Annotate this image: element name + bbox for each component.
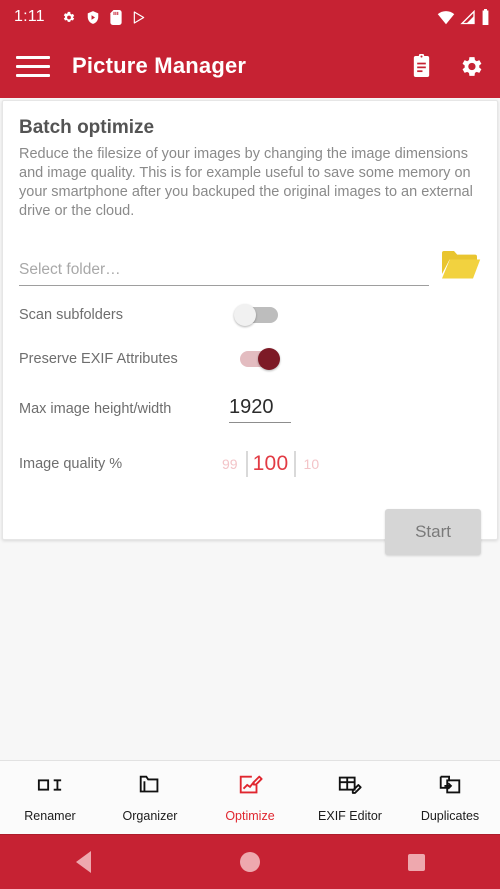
android-navigation-bar — [0, 834, 500, 889]
max-size-row: Max image height/width — [19, 395, 481, 423]
preserve-exif-row: Preserve EXIF Attributes — [19, 344, 481, 374]
nav-item-duplicates[interactable]: Duplicates — [400, 773, 500, 823]
nav-item-optimize[interactable]: Optimize — [200, 773, 300, 823]
home-circle-icon — [240, 852, 260, 872]
menu-line — [16, 55, 50, 59]
nav-label-organizer: Organizer — [122, 808, 178, 823]
app-bar-actions — [410, 53, 484, 79]
page-content: Batch optimize Reduce the filesize of yo… — [0, 100, 500, 762]
folder-icon — [137, 773, 163, 802]
image-edit-icon — [237, 773, 263, 802]
status-left-icons — [61, 9, 146, 25]
folder-input[interactable] — [19, 258, 429, 286]
nav-label-renamer: Renamer — [24, 808, 76, 823]
nav-label-exif-editor: EXIF Editor — [318, 808, 382, 823]
rename-text-cursor-icon — [37, 773, 63, 802]
image-quality-picker[interactable]: 99 100 10 — [219, 449, 322, 479]
home-button[interactable] — [167, 852, 334, 872]
recents-square-icon — [408, 853, 426, 871]
folder-open-icon[interactable] — [441, 248, 481, 286]
play-store-icon — [132, 10, 146, 25]
play-protect-icon — [86, 10, 100, 25]
toggle-thumb — [258, 347, 280, 370]
preserve-exif-toggle[interactable] — [234, 347, 280, 370]
menu-line — [16, 73, 50, 77]
status-bar: 1:11 — [0, 0, 500, 34]
toggle-thumb — [234, 303, 256, 326]
max-size-label: Max image height/width — [19, 401, 172, 417]
card-description: Reduce the filesize of your images by ch… — [19, 146, 473, 220]
quality-previous-value[interactable]: 99 — [219, 456, 241, 472]
table-edit-icon — [337, 773, 363, 802]
image-quality-label: Image quality % — [19, 455, 123, 472]
nav-label-optimize: Optimize — [225, 808, 275, 823]
max-size-input[interactable] — [229, 395, 291, 423]
image-quality-row: Image quality % 99 100 10 — [19, 449, 481, 479]
battery-icon — [481, 9, 490, 25]
sd-card-icon — [110, 9, 122, 25]
picker-divider — [293, 450, 296, 477]
preserve-exif-label: Preserve EXIF Attributes — [19, 350, 178, 367]
page-title: Picture Manager — [72, 53, 247, 78]
scan-subfolders-row: Scan subfolders — [19, 300, 481, 330]
start-button-row: Start — [19, 508, 481, 555]
status-right-icons — [437, 9, 490, 25]
start-button[interactable]: Start — [385, 508, 481, 555]
hamburger-menu-icon[interactable] — [16, 49, 50, 83]
quality-next-value[interactable]: 10 — [301, 456, 323, 472]
nav-item-renamer[interactable]: Renamer — [0, 773, 100, 823]
menu-line — [16, 64, 50, 68]
clipboard-log-icon[interactable] — [410, 53, 433, 79]
picker-divider — [245, 450, 248, 477]
quality-current-value: 100 — [252, 451, 289, 475]
folder-select-row — [19, 248, 481, 286]
nav-label-duplicates: Duplicates — [420, 808, 480, 823]
status-time: 1:11 — [14, 8, 45, 25]
cell-signal-icon — [460, 9, 476, 25]
copy-arrow-icon — [437, 773, 463, 802]
bottom-navigation: Renamer Organizer Optimize EXIF Editor D… — [0, 760, 500, 834]
settings-gear-icon[interactable] — [459, 54, 484, 79]
card-title: Batch optimize — [19, 117, 155, 138]
gear-icon — [61, 10, 76, 25]
wifi-icon — [437, 10, 455, 25]
nav-item-exif-editor[interactable]: EXIF Editor — [300, 773, 400, 823]
scan-subfolders-toggle[interactable] — [234, 303, 280, 326]
back-triangle-icon — [75, 851, 91, 873]
recents-button[interactable] — [333, 853, 500, 871]
nav-item-organizer[interactable]: Organizer — [100, 773, 200, 823]
app-bar: Picture Manager — [0, 34, 500, 98]
back-button[interactable] — [0, 851, 167, 873]
batch-optimize-card: Batch optimize Reduce the filesize of yo… — [2, 100, 498, 555]
scan-subfolders-label: Scan subfolders — [19, 306, 123, 323]
